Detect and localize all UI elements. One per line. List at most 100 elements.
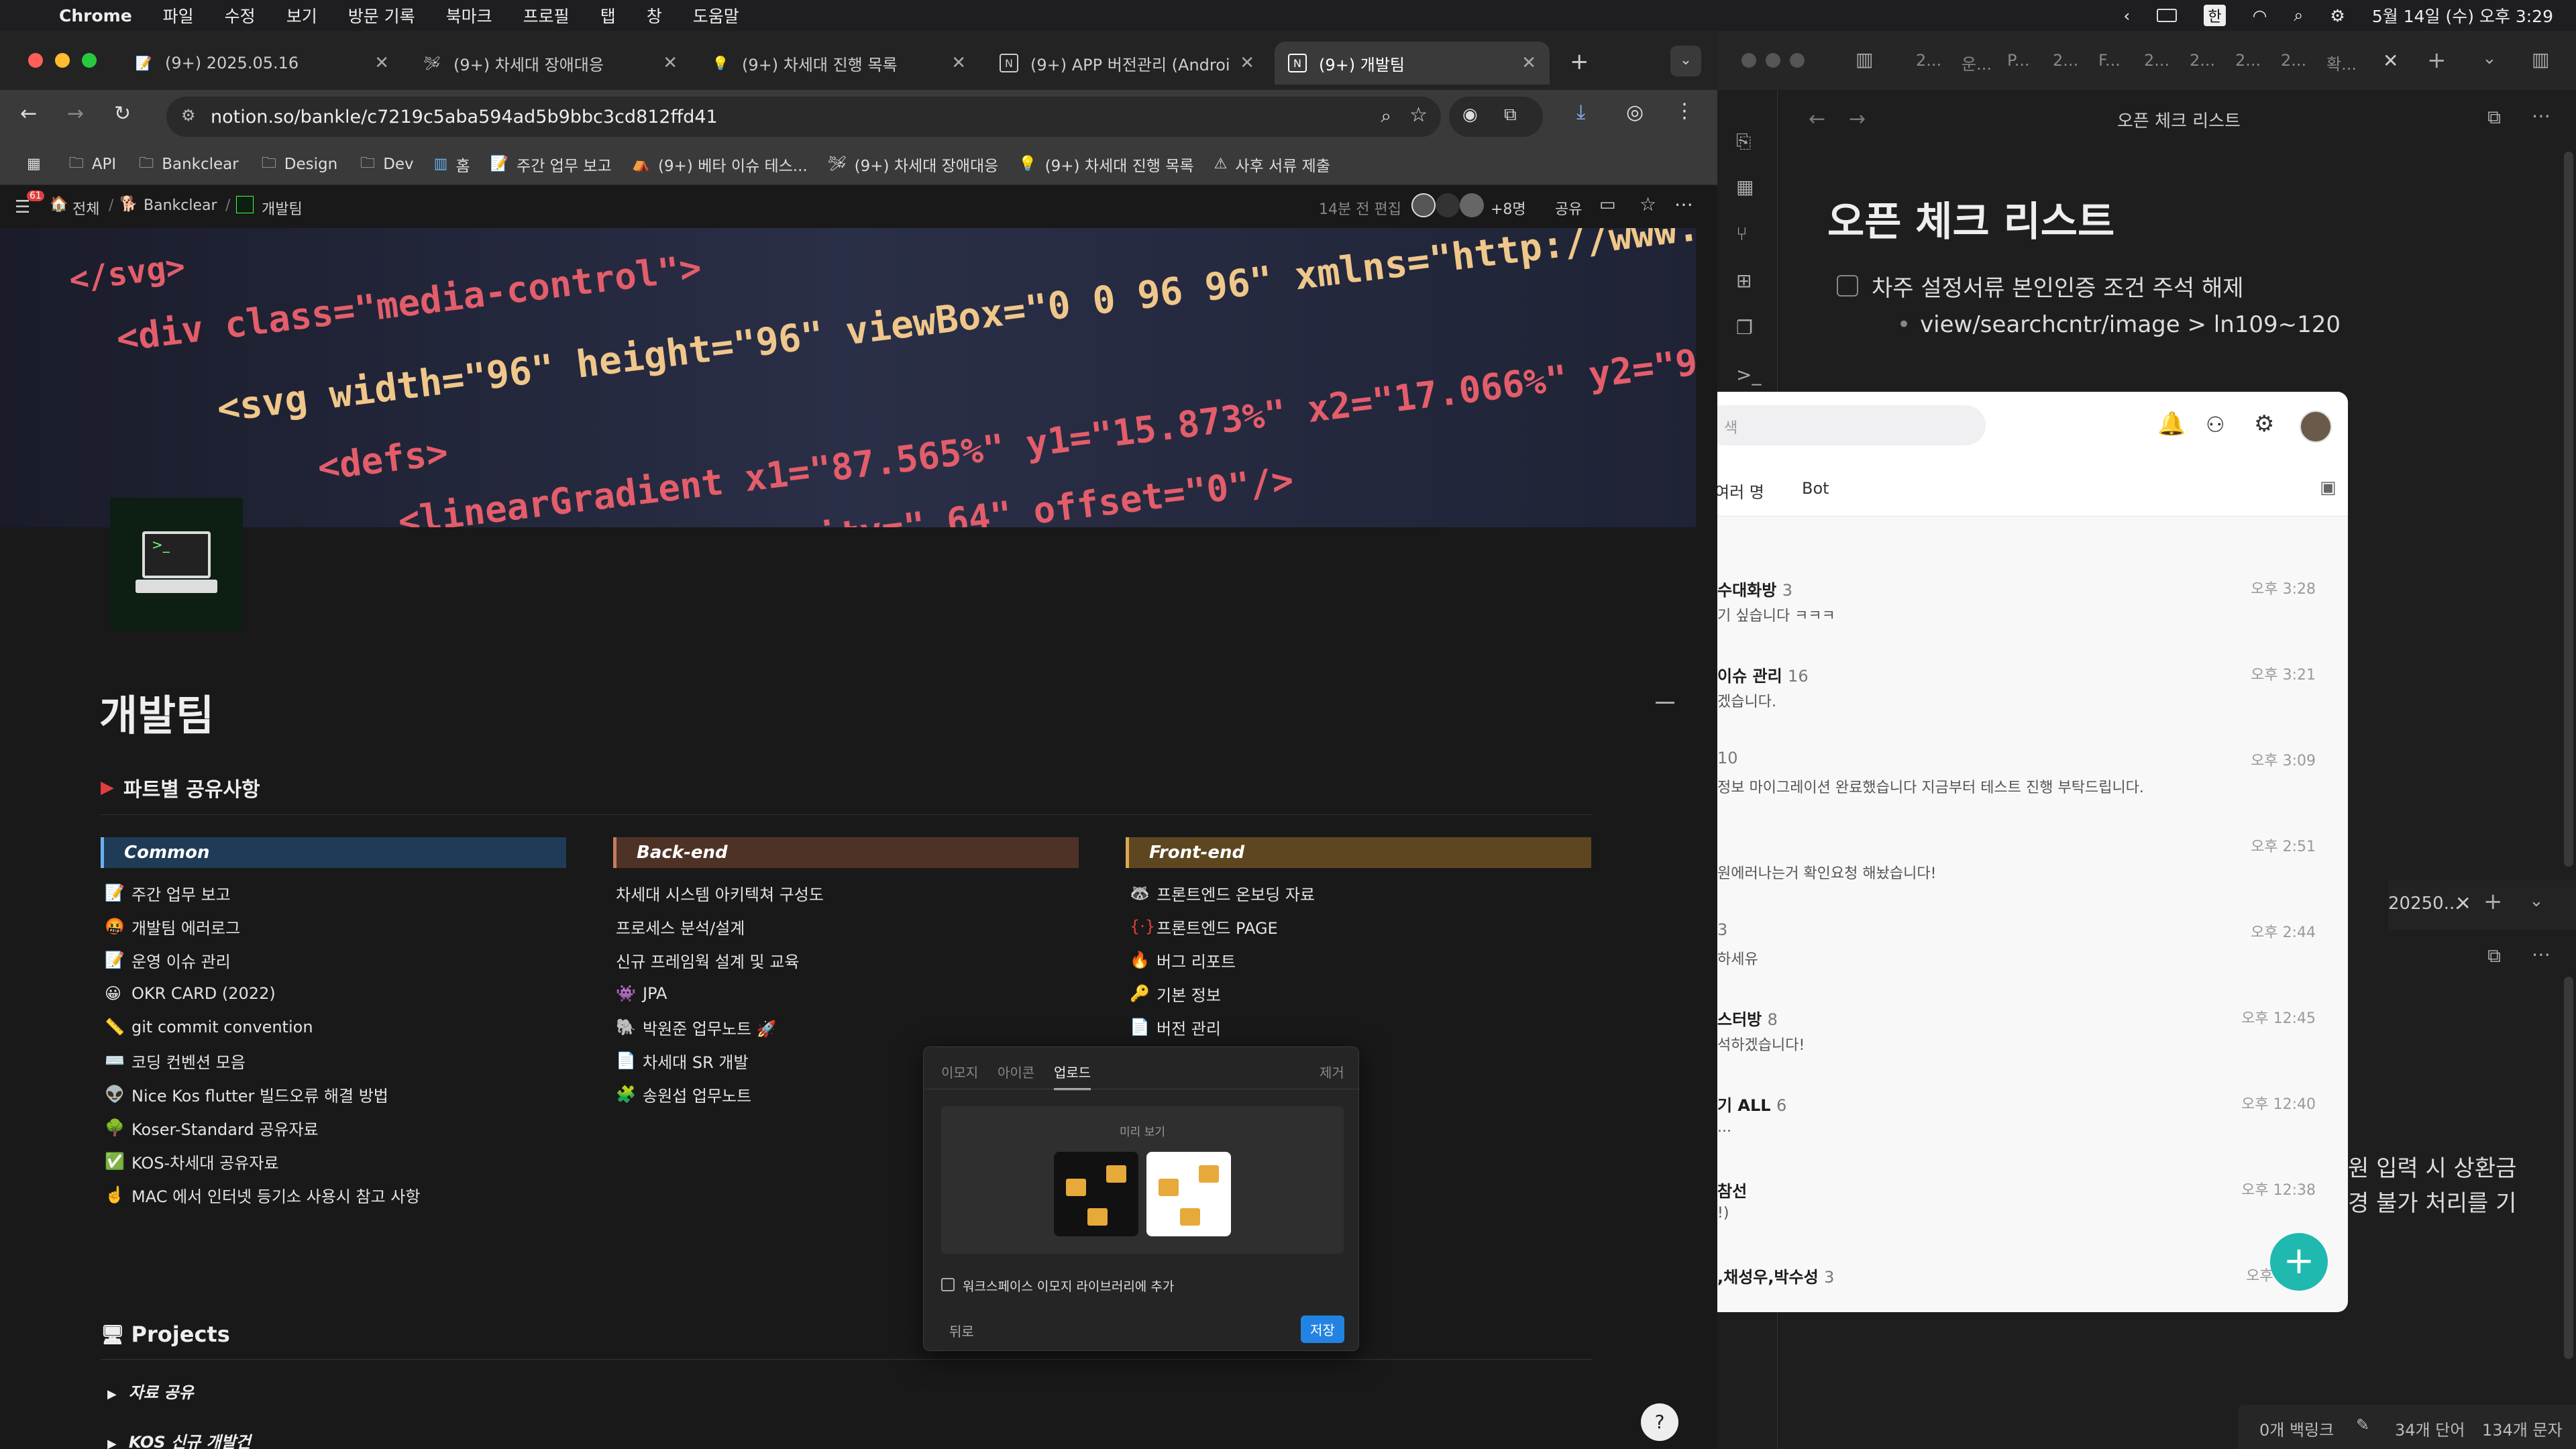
spotlight-search-icon[interactable]: ⌕: [2294, 5, 2303, 25]
page-link[interactable]: 📄 버전 관리: [1130, 1010, 1593, 1044]
download-icon[interactable]: ⤓: [1576, 101, 1585, 124]
menu-tab[interactable]: 탭: [600, 3, 616, 28]
projects-heading[interactable]: 🖥 Projects: [101, 1322, 230, 1347]
panel-toggle-icon[interactable]: ▣: [2320, 478, 2337, 498]
close-tab-icon[interactable]: ✕: [951, 53, 966, 73]
list-item[interactable]: 10 정보 마이그레이션 완료했습니다 지금부터 테스트 진행 부탁드립니다. 오후…: [1717, 741, 2334, 826]
breadcrumb-all[interactable]: 전체: [72, 197, 99, 219]
forward-button[interactable]: →: [67, 102, 84, 125]
toggle-arrow-icon[interactable]: ▶: [107, 1437, 117, 1449]
bookmark-folder[interactable]: 🗀 Bankclear: [139, 152, 239, 177]
favorite-star-icon[interactable]: ☆: [1640, 193, 1656, 215]
notes-tab[interactable]: 확...: [2326, 51, 2357, 74]
edit-pencil-icon[interactable]: ✎: [2356, 1415, 2369, 1434]
sidebar-menu-icon[interactable]: ☰: [15, 197, 30, 217]
browser-tab[interactable]: 📝 (9+) 2025.05.16 ✕: [121, 42, 402, 85]
list-item[interactable]: 수대화방 3 기 싶습니다 ㅋㅋㅋ 오후 3:28: [1717, 569, 2334, 655]
more-options-icon[interactable]: ⋯: [1674, 193, 1693, 215]
tab-bot[interactable]: Bot: [1802, 479, 1829, 498]
section-toggle[interactable]: ▶ 파트별 공유사항: [101, 773, 260, 802]
toggle-arrow-icon[interactable]: ▶: [107, 1387, 117, 1401]
breadcrumb-bankclear[interactable]: Bankclear: [144, 197, 217, 214]
control-center-icon[interactable]: ⚙: [2330, 6, 2345, 25]
more-options-icon[interactable]: ⋯: [2532, 943, 2551, 965]
breadcrumb-current[interactable]: 개발팀: [262, 197, 303, 219]
window-close-button[interactable]: [1741, 53, 1756, 68]
notes-tab[interactable]: 운...: [1962, 51, 1992, 74]
notes-tab[interactable]: 2...: [2144, 51, 2169, 70]
menu-help[interactable]: 도움말: [693, 3, 739, 28]
bell-icon[interactable]: 🔔: [2157, 411, 2186, 437]
avatar[interactable]: [1411, 193, 1436, 217]
menu-file[interactable]: 파일: [163, 3, 194, 28]
task-checkbox[interactable]: [1837, 275, 1858, 297]
menu-window[interactable]: 창: [647, 3, 662, 28]
wifi-icon[interactable]: ◠: [2253, 6, 2267, 25]
page-link[interactable]: 🔑 기본 정보: [1130, 977, 1593, 1010]
window-zoom-button[interactable]: [1790, 53, 1805, 68]
page-cover[interactable]: </svg> <div class="media-control"> <svg …: [0, 228, 1696, 527]
reading-view-icon[interactable]: ⧉: [2487, 106, 2501, 129]
page-link[interactable]: 신규 프레임웍 설계 및 교육: [616, 943, 1079, 977]
new-tab-button[interactable]: +: [2483, 888, 2503, 915]
app-name[interactable]: Chrome: [59, 6, 132, 25]
bookmark-link[interactable]: 💡 (9+) 차세대 진행 목록: [1018, 153, 1193, 176]
reload-button[interactable]: ↻: [114, 102, 131, 125]
back-button[interactable]: 뒤로: [949, 1321, 974, 1340]
reading-view-icon[interactable]: ⧉: [2487, 945, 2501, 967]
toc-indicator[interactable]: [1656, 702, 1674, 704]
page-link[interactable]: 😀 OKR CARD (2022): [105, 977, 568, 1010]
toggle-block[interactable]: ▶ 자료 공유: [107, 1379, 194, 1403]
tab-upload[interactable]: 업로드: [1054, 1062, 1091, 1090]
note-heading[interactable]: 오픈 체크 리스트: [1827, 189, 2114, 248]
avatar[interactable]: [1460, 193, 1484, 217]
chevron-left-icon[interactable]: ‹: [2123, 6, 2130, 25]
notes-tab[interactable]: 2...: [1916, 51, 1941, 70]
more-people-count[interactable]: +8명: [1491, 197, 1526, 219]
browser-tab[interactable]: 🛩 (9+) 차세대 장애대응 ✕: [409, 42, 691, 85]
profile-icon[interactable]: ◎: [1626, 101, 1644, 124]
notes-tab[interactable]: 2...: [2281, 51, 2306, 70]
window-minimize-button[interactable]: [55, 53, 70, 68]
more-options-icon[interactable]: ⋯: [2532, 105, 2551, 127]
chrome-menu-icon[interactable]: ⋮: [1674, 99, 1695, 123]
notes-tab[interactable]: 20250...: [2388, 894, 2461, 914]
close-tab-icon[interactable]: ✕: [2383, 50, 2398, 72]
notes-tab[interactable]: 2...: [2053, 51, 2078, 70]
page-link[interactable]: 📏 git commit convention: [105, 1010, 568, 1044]
scrollbar[interactable]: [2564, 152, 2573, 867]
list-item[interactable]: 이슈 관리 16 겠습니다. 오후 3:21: [1717, 655, 2334, 741]
close-tab-icon[interactable]: ✕: [1240, 53, 1254, 73]
bookmark-link[interactable]: ▥ 홈: [434, 153, 470, 176]
address-bar[interactable]: ⚙ notion.so/bankle/c7219c5aba594ad5b9bbc…: [166, 97, 1441, 137]
canvas-icon[interactable]: ⊞: [1736, 270, 1752, 292]
notes-tab[interactable]: 2...: [2235, 51, 2261, 70]
tab-search-button[interactable]: ⌄: [1670, 46, 1701, 76]
page-link[interactable]: 🐘 박원준 업무노트 🚀: [616, 1010, 1079, 1044]
menu-history[interactable]: 방문 기록: [348, 3, 415, 28]
bullet-item[interactable]: • view/searchcntr/image > ln109~120: [1897, 311, 2341, 338]
page-link[interactable]: 🦝 프론트엔드 온보딩 자료: [1130, 876, 1593, 910]
tab-group[interactable]: 여러 명: [1717, 479, 1764, 502]
library-checkbox[interactable]: [941, 1278, 955, 1291]
save-button[interactable]: 저장: [1301, 1316, 1344, 1343]
menubar-datetime[interactable]: 5월 14일 (수) 오후 3:29: [2372, 3, 2553, 28]
list-item[interactable]: 참선 !) 오후 12:38: [1717, 1170, 2334, 1256]
backlinks-count[interactable]: 0개 백링크: [2259, 1417, 2334, 1440]
browser-tab-active[interactable]: N (9+) 개발팀 ✕: [1275, 42, 1550, 85]
avatar[interactable]: [1436, 193, 1460, 217]
page-link[interactable]: {·} 프론트엔드 PAGE: [1130, 910, 1593, 943]
scrollbar[interactable]: [2564, 977, 2573, 1359]
chevron-down-icon[interactable]: ⌄: [2482, 48, 2497, 68]
remove-button[interactable]: 제거: [1320, 1062, 1344, 1081]
browser-tab[interactable]: N (9+) APP 버전관리 (Androi ✕: [986, 42, 1268, 85]
menu-profile[interactable]: 프로필: [523, 3, 570, 28]
page-link[interactable]: ✅ KOS-차세대 공유자료: [105, 1144, 568, 1178]
page-title[interactable]: 개발팀: [99, 682, 214, 742]
new-tab-button[interactable]: +: [1570, 48, 1589, 75]
menu-bookmarks[interactable]: 북마크: [446, 3, 492, 28]
keyboard-icon[interactable]: [2157, 9, 2178, 22]
people-icon[interactable]: ⚇: [2206, 412, 2225, 437]
menu-edit[interactable]: 수정: [225, 3, 256, 28]
page-link[interactable]: 🌳 Koser-Standard 공유자료: [105, 1111, 568, 1144]
